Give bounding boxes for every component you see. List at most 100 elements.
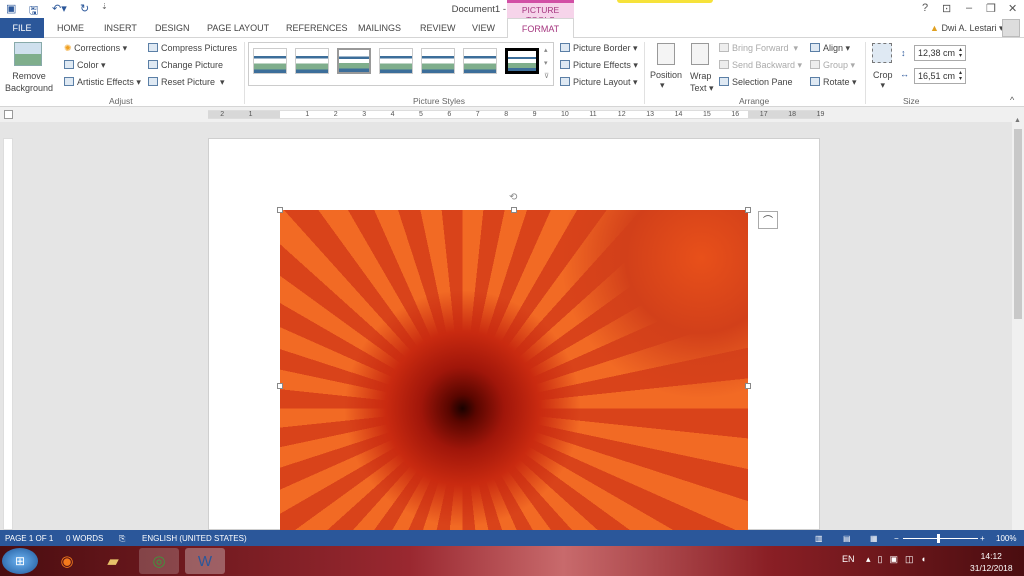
close-icon[interactable]: ✕ (1008, 2, 1017, 15)
change-picture-icon (148, 60, 158, 69)
collapse-ribbon-icon[interactable]: ^ (1010, 95, 1014, 105)
position-button[interactable]: Position ▾ (650, 70, 682, 91)
send-backward-button[interactable]: Send Backward ▾ (719, 60, 802, 71)
page-count[interactable]: PAGE 1 OF 1 (5, 534, 53, 543)
ruler-bar[interactable] (208, 110, 820, 119)
print-layout-icon[interactable]: ▤ (843, 534, 851, 543)
restore-icon[interactable]: ❐ (986, 2, 996, 15)
picture-border-button[interactable]: Picture Border ▾ (560, 43, 638, 54)
layout-options-button[interactable]: ⌒ (758, 211, 778, 229)
tab-file[interactable]: FILE (0, 18, 44, 38)
tab-review[interactable]: REVIEW (420, 23, 456, 33)
ruler-number: 19 (816, 111, 825, 118)
clock[interactable]: 14:12 31/12/2018 (970, 550, 1013, 574)
highlight-bar (617, 0, 713, 3)
tab-insert[interactable]: INSERT (104, 23, 137, 33)
group-label-arrange: Arrange (739, 96, 770, 106)
ruler-number: 8 (504, 111, 509, 118)
zoom-level[interactable]: 100% (996, 534, 1016, 543)
ruler-number: 10 (561, 111, 569, 118)
color-button[interactable]: Color ▾ (64, 60, 106, 71)
ruler-number: 2 (220, 111, 225, 118)
align-icon (810, 43, 820, 52)
compress-icon (148, 43, 158, 52)
warning-icon: ▲ (930, 23, 939, 33)
word-taskbar-icon[interactable]: W (185, 548, 225, 574)
artistic-effects-button[interactable]: Artistic Effects ▾ (64, 77, 141, 88)
word-count[interactable]: 0 WORDS (66, 534, 103, 543)
ruler-number: 15 (703, 111, 711, 118)
picture-style-4[interactable] (379, 48, 413, 74)
ruler-number: 16 (731, 111, 740, 118)
align-button[interactable]: Align ▾ (810, 43, 850, 54)
tab-references[interactable]: REFERENCES (286, 23, 348, 33)
picture-tools-label: PICTURE TOOLS (507, 0, 574, 25)
reset-picture-button[interactable]: Reset Picture ▾ (148, 77, 225, 88)
tab-mailings[interactable]: MAILINGS (358, 23, 401, 33)
help-icon[interactable]: ? (922, 2, 928, 14)
gallery-scroll[interactable]: ▴ ▾ ⊽ (544, 44, 549, 83)
picture-style-5[interactable] (421, 48, 455, 74)
resize-handle[interactable] (745, 207, 751, 213)
bring-forward-button[interactable]: Bring Forward ▾ (719, 43, 798, 54)
resize-handle[interactable] (745, 383, 751, 389)
proofing-icon[interactable]: ⎘ (119, 534, 125, 544)
picture-style-6[interactable] (463, 48, 497, 74)
crop-button[interactable]: Crop ▾ (873, 70, 893, 91)
ruler-number: 11 (589, 111, 597, 118)
remove-background-button[interactable]: Remove Background (4, 70, 54, 94)
picture-style-2[interactable] (295, 48, 329, 74)
tab-home[interactable]: HOME (57, 23, 84, 33)
resize-handle[interactable] (277, 207, 283, 213)
tab-page-layout[interactable]: PAGE LAYOUT (207, 23, 269, 33)
ruler-number: 17 (759, 111, 768, 118)
zoom-in-icon[interactable]: + (980, 534, 985, 543)
firefox-icon[interactable]: ◉ (47, 548, 87, 574)
ruler-number: 9 (532, 111, 537, 118)
tab-selector[interactable] (4, 110, 13, 119)
resize-handle[interactable] (277, 383, 283, 389)
input-language[interactable]: EN (842, 554, 855, 564)
scroll-up-icon[interactable]: ▲ (1014, 117, 1021, 124)
user-name[interactable]: ▲ Dwi A. Lestari ▾ (930, 23, 1004, 34)
file-explorer-icon[interactable]: ▰ (93, 548, 133, 574)
compress-pictures-button[interactable]: Compress Pictures (148, 43, 237, 53)
flower-image[interactable] (280, 210, 748, 530)
height-input[interactable]: 12,38 cm ▴ ▾ (914, 45, 966, 61)
picture-effects-button[interactable]: Picture Effects ▾ (560, 60, 638, 71)
avatar[interactable] (1002, 19, 1020, 37)
chrome-icon[interactable]: ◎ (139, 548, 179, 574)
picture-style-3[interactable] (337, 48, 371, 74)
minimize-icon[interactable]: – (966, 2, 972, 14)
ruler-number: 18 (788, 111, 796, 118)
language[interactable]: ENGLISH (UNITED STATES) (142, 534, 247, 543)
zoom-slider[interactable] (903, 538, 978, 539)
group-button[interactable]: Group ▾ (810, 60, 855, 71)
rotate-handle[interactable]: ⟲ (509, 192, 517, 203)
group-label-adjust: Adjust (109, 96, 133, 106)
corrections-button[interactable]: ✺ Corrections ▾ (64, 43, 127, 54)
start-button[interactable]: ⊞ (2, 548, 38, 574)
picture-style-1[interactable] (253, 48, 287, 74)
change-picture-button[interactable]: Change Picture (148, 60, 223, 70)
ribbon-display-icon[interactable]: ⊡ (942, 2, 951, 15)
wrap-text-button[interactable]: Wrap Text ▾ (690, 70, 714, 94)
tab-design[interactable]: DESIGN (155, 23, 190, 33)
tray-icons[interactable]: ▴▯▣◫◖ (866, 554, 933, 565)
scroll-thumb[interactable] (1014, 129, 1022, 319)
vertical-scrollbar[interactable]: ▲ (1012, 107, 1024, 530)
tab-view[interactable]: VIEW (472, 23, 495, 33)
rotate-button[interactable]: Rotate ▾ (810, 77, 857, 88)
picture-style-7[interactable] (505, 48, 539, 74)
resize-handle[interactable] (511, 207, 517, 213)
picture-layout-button[interactable]: Picture Layout ▾ (560, 77, 638, 88)
zoom-slider-thumb[interactable] (937, 534, 940, 543)
web-layout-icon[interactable]: ▦ (870, 534, 878, 543)
read-mode-icon[interactable]: ▥ (815, 534, 823, 543)
tab-format[interactable]: FORMAT (507, 18, 574, 39)
selection-pane-button[interactable]: Selection Pane (719, 77, 793, 87)
ribbon: Remove Background ✺ Corrections ▾ Color ▾… (0, 38, 1024, 107)
width-input[interactable]: 16,51 cm ▴ ▾ (914, 68, 966, 84)
ruler-number: 1 (305, 111, 310, 118)
zoom-out-icon[interactable]: − (894, 534, 899, 543)
